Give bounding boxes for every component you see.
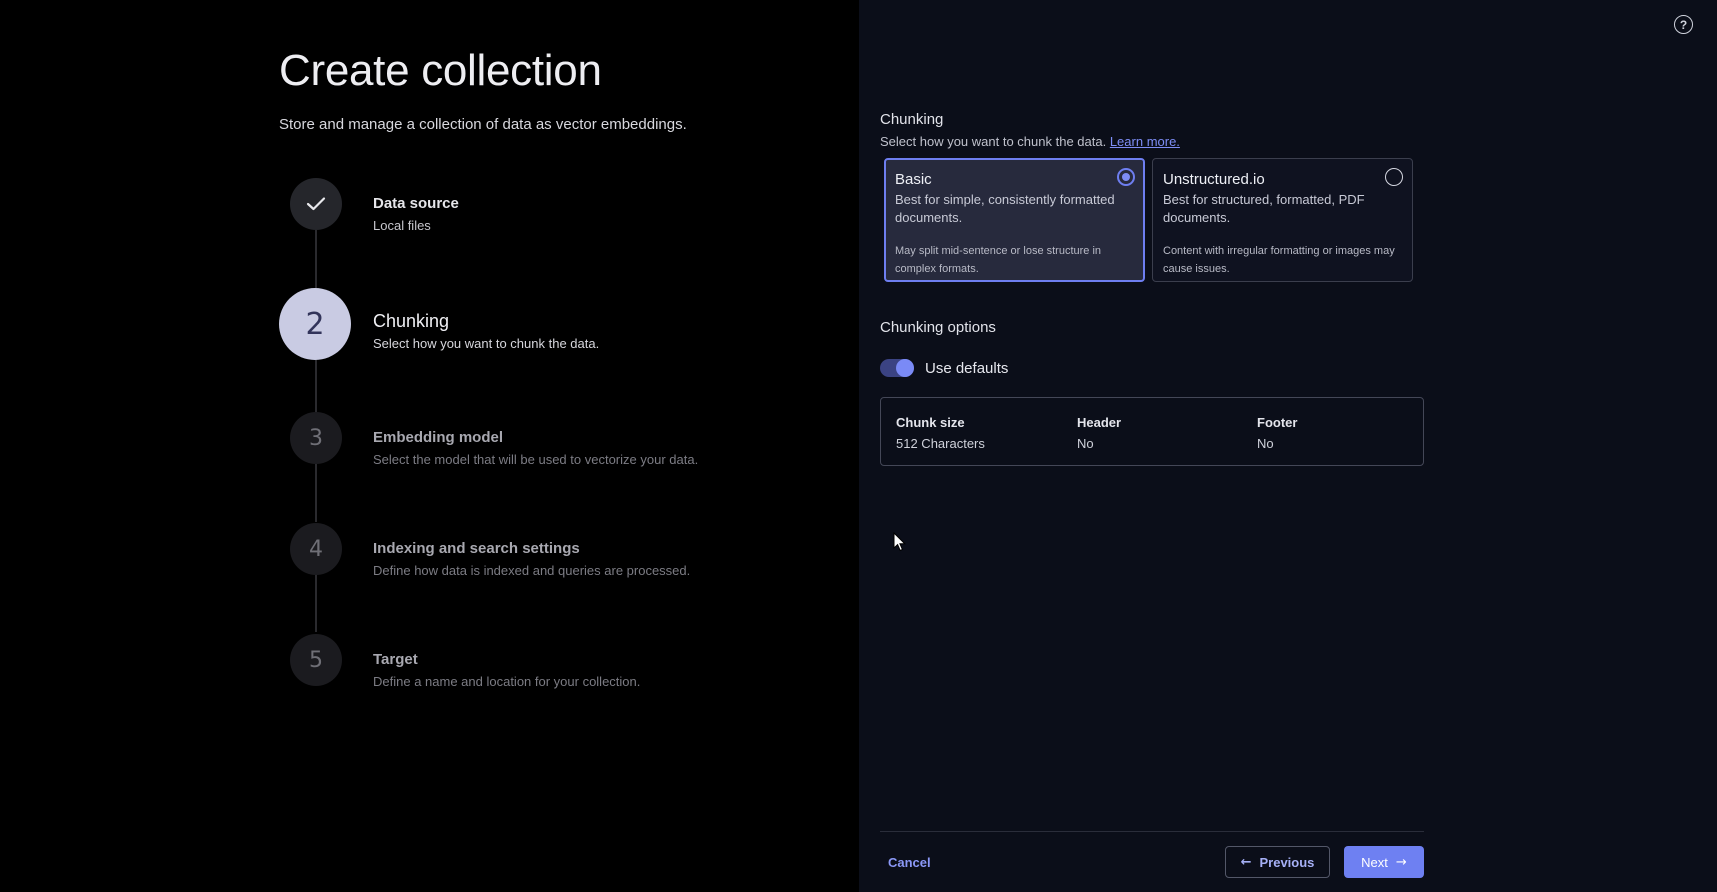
step-description: Define how data is indexed and queries a…	[373, 563, 691, 578]
option-description: Best for structured, formatted, PDF docu…	[1163, 192, 1365, 225]
step-title: Indexing and search settings	[373, 540, 580, 557]
step-2-indicator: 2	[279, 288, 351, 360]
option-note: May split mid-sentence or lose structure…	[895, 245, 1102, 275]
step-description: Select the model that will be used to ve…	[373, 452, 699, 467]
setting-value: No	[1257, 436, 1274, 451]
help-icon[interactable]: ?	[1674, 15, 1693, 34]
cancel-button[interactable]: Cancel	[888, 855, 931, 870]
footer-divider	[880, 831, 1424, 832]
option-note: Content with irregular formatting or ima…	[1163, 245, 1395, 275]
chunking-section-title: Chunking	[880, 111, 944, 128]
step-title: Data source	[373, 195, 459, 212]
chunk-size-setting: Chunk size 512 Characters	[896, 415, 985, 451]
step-title: Target	[373, 651, 418, 668]
step-1-text: Data source Local files	[373, 195, 459, 233]
chunking-options-title: Chunking options	[880, 319, 996, 336]
previous-button-label: Previous	[1259, 854, 1315, 870]
radio-selected-icon[interactable]	[1117, 168, 1135, 186]
arrow-left-icon: ←	[1240, 854, 1252, 870]
step-description: Select how you want to chunk the data.	[373, 336, 600, 351]
step-1-indicator	[290, 178, 342, 230]
step-chunking[interactable]: 2 Chunking Select how you want to chunk …	[279, 288, 839, 360]
use-defaults-label: Use defaults	[925, 360, 1009, 377]
check-icon	[306, 197, 326, 211]
stepper-connector	[315, 358, 317, 412]
step-4-text: Indexing and search settings Define how …	[373, 540, 690, 578]
arrow-right-icon: →	[1395, 854, 1407, 870]
default-settings-summary: Chunk size 512 Characters Header No Foot…	[880, 397, 1424, 466]
step-4-indicator: 4	[290, 523, 342, 575]
next-button[interactable]: Next →	[1344, 846, 1424, 878]
step-data-source[interactable]: Data source Local files	[279, 178, 839, 250]
step-title: Embedding model	[373, 429, 504, 446]
page-subtitle: Store and manage a collection of data as…	[279, 116, 687, 133]
page-title: Create collection	[279, 46, 602, 95]
setting-label: Chunk size	[896, 415, 965, 430]
step-2-text: Chunking Select how you want to chunk th…	[373, 311, 599, 351]
chunking-description-text: Select how you want to chunk the data.	[880, 134, 1107, 149]
wizard-stepper: Data source Local files 2 Chunking Selec…	[279, 178, 839, 698]
chunking-option-basic[interactable]: Basic Best for simple, consistently form…	[884, 158, 1145, 282]
step-target: 5 Target Define a name and location for …	[279, 634, 839, 706]
previous-button[interactable]: ← Previous	[1225, 846, 1330, 878]
footer-setting: Footer No	[1257, 415, 1297, 451]
step-embedding-model: 3 Embedding model Select the model that …	[279, 412, 839, 484]
step-title: Chunking	[373, 311, 450, 331]
setting-value: 512 Characters	[896, 436, 985, 451]
option-description: Best for simple, consistently formatted …	[895, 192, 1115, 225]
step-3-indicator: 3	[290, 412, 342, 464]
mouse-cursor-icon	[893, 532, 907, 552]
setting-label: Header	[1077, 415, 1122, 430]
step-5-indicator: 5	[290, 634, 342, 686]
option-title: Basic	[895, 171, 932, 188]
step-indexing-search: 4 Indexing and search settings Define ho…	[279, 523, 839, 595]
use-defaults-toggle[interactable]	[880, 359, 914, 377]
setting-label: Footer	[1257, 415, 1298, 430]
step-5-text: Target Define a name and location for yo…	[373, 651, 640, 689]
learn-more-link[interactable]: Learn more.	[1110, 134, 1180, 149]
step-description: Define a name and location for your coll…	[373, 674, 641, 689]
step-3-text: Embedding model Select the model that wi…	[373, 429, 698, 467]
next-button-label: Next	[1361, 854, 1388, 870]
radio-unselected-icon[interactable]	[1385, 168, 1403, 186]
setting-value: No	[1077, 436, 1094, 451]
header-setting: Header No	[1077, 415, 1121, 451]
chunking-section-description: Select how you want to chunk the data. L…	[880, 134, 1180, 149]
toggle-knob	[896, 359, 914, 377]
chunking-option-unstructured[interactable]: Unstructured.io Best for structured, for…	[1152, 158, 1413, 282]
step-description: Local files	[373, 218, 431, 233]
wizard-steps-panel: Create collection Store and manage a col…	[0, 0, 859, 892]
option-title: Unstructured.io	[1163, 171, 1265, 188]
